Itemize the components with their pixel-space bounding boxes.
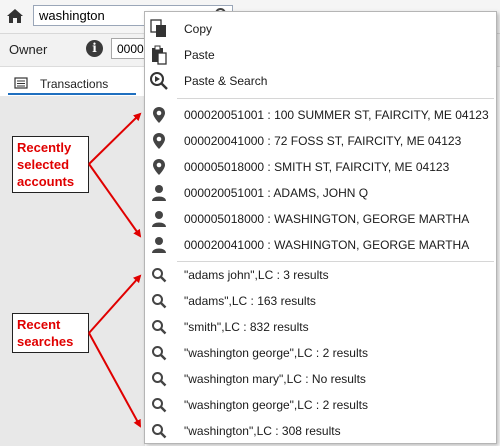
recent-search-label: "washington mary",LC : No results [184, 372, 366, 386]
recent-account-label: 000020041000 : WASHINGTON, GEORGE MARTHA [184, 238, 470, 252]
recent-account-label: 000020041000 : 72 FOSS ST, FAIRCITY, ME … [184, 134, 462, 148]
paste-icon [149, 45, 169, 65]
location-pin-icon [149, 105, 169, 125]
search-icon [149, 343, 169, 363]
recent-search-item[interactable]: "washington",LC : 308 results [145, 418, 496, 444]
person-icon [149, 209, 169, 229]
recent-account-label: 000005018000 : SMITH ST, FAIRCITY, ME 04… [184, 160, 450, 174]
recent-account-label: 000005018000 : WASHINGTON, GEORGE MARTHA [184, 212, 470, 226]
menu-item-label: Copy [184, 22, 213, 36]
recent-search-item[interactable]: "washington george",LC : 2 results [145, 340, 496, 366]
search-icon [149, 369, 169, 389]
recent-search-item[interactable]: "smith",LC : 832 results [145, 314, 496, 340]
home-icon [7, 9, 23, 23]
menu-item-paste-search[interactable]: Paste & Search [145, 68, 496, 94]
recent-search-label: "washington",LC : 308 results [184, 424, 341, 438]
callout-line: selected [17, 157, 70, 172]
copy-icon [149, 19, 169, 39]
callout-recent-accounts: Recently selected accounts [12, 136, 89, 193]
recent-search-item[interactable]: "washington mary",LC : No results [145, 366, 496, 392]
search-icon [149, 291, 169, 311]
recent-search-label: "smith",LC : 832 results [184, 320, 309, 334]
callout-line: accounts [17, 174, 75, 189]
recent-account-item[interactable]: 000020051001 : 100 SUMMER ST, FAIRCITY, … [145, 102, 496, 128]
callout-recent-searches: Recent searches [12, 313, 89, 353]
menu-item-label: Paste [184, 48, 215, 62]
home-button[interactable] [4, 6, 26, 26]
recent-search-label: "adams john",LC : 3 results [184, 268, 329, 282]
owner-label: Owner [9, 42, 48, 57]
location-pin-icon [149, 131, 169, 151]
recent-search-item[interactable]: "adams john",LC : 3 results [145, 262, 496, 288]
recent-search-item[interactable]: "adams",LC : 163 results [145, 288, 496, 314]
menu-separator [177, 98, 494, 99]
recent-account-item[interactable]: 000005018000 : WASHINGTON, GEORGE MARTHA [145, 206, 496, 232]
recent-search-item[interactable]: "washington george",LC : 2 results [145, 392, 496, 418]
recent-search-label: "washington george",LC : 2 results [184, 346, 368, 360]
recent-account-item[interactable]: 000005018000 : SMITH ST, FAIRCITY, ME 04… [145, 154, 496, 180]
recent-account-label: 000020051001 : 100 SUMMER ST, FAIRCITY, … [184, 108, 489, 122]
search-icon [149, 265, 169, 285]
recent-search-label: "washington george",LC : 2 results [184, 398, 368, 412]
search-icon [149, 421, 169, 441]
paste-search-icon [149, 71, 169, 91]
recent-search-label: "adams",LC : 163 results [184, 294, 316, 308]
callout-line: searches [17, 334, 74, 349]
recent-account-item[interactable]: 000020041000 : WASHINGTON, GEORGE MARTHA [145, 232, 496, 258]
context-menu: Copy Paste Paste & Search 000020051001 :… [144, 11, 497, 444]
menu-item-paste[interactable]: Paste [145, 42, 496, 68]
recent-account-item[interactable]: 000020041000 : 72 FOSS ST, FAIRCITY, ME … [145, 128, 496, 154]
callout-line: Recently [17, 140, 72, 155]
person-icon [149, 235, 169, 255]
search-icon [149, 395, 169, 415]
menu-item-label: Paste & Search [184, 74, 268, 88]
location-pin-icon [149, 157, 169, 177]
tab-transactions-label: Transactions [40, 77, 109, 91]
search-icon [149, 317, 169, 337]
person-icon [149, 183, 169, 203]
info-icon[interactable]: i [86, 40, 103, 57]
recent-account-item[interactable]: 000020051001 : ADAMS, JOHN Q [145, 180, 496, 206]
callout-line: Recent [17, 317, 61, 332]
transactions-icon [14, 77, 28, 89]
menu-item-copy[interactable]: Copy [145, 16, 496, 42]
recent-account-label: 000020051001 : ADAMS, JOHN Q [184, 186, 369, 200]
